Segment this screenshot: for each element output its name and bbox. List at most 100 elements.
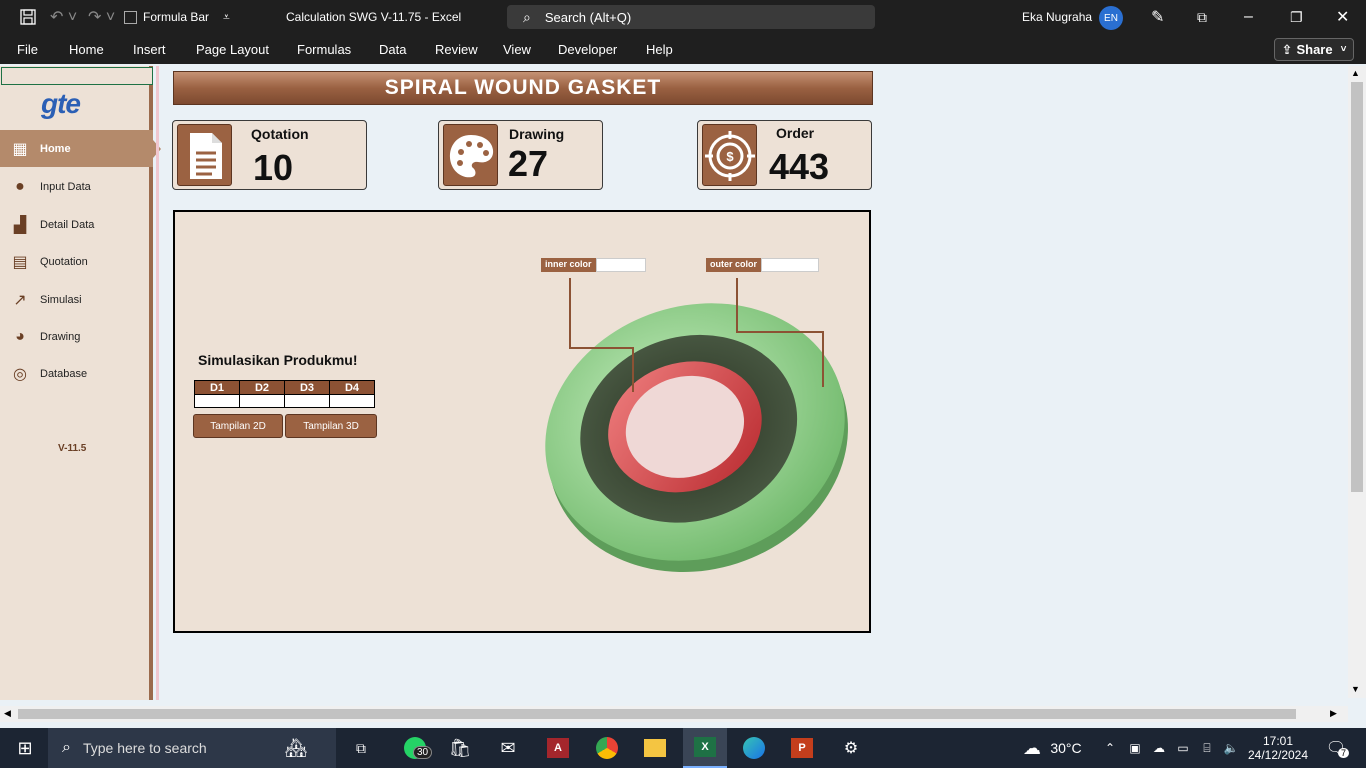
- vertical-scrollbar[interactable]: ▲ ▼: [1348, 66, 1366, 698]
- bar-chart-icon: ▟: [13, 216, 27, 234]
- scroll-thumb[interactable]: [18, 709, 1296, 719]
- ribbon-tabs: File Home Insert Page Layout Formulas Da…: [0, 34, 1366, 64]
- column-d2: D2: [239, 380, 285, 395]
- d2-input[interactable]: [239, 394, 285, 408]
- sidebar-item-input-data[interactable]: ● Input Data: [0, 168, 153, 205]
- sidebar-item-simulasi[interactable]: ↗ Simulasi: [0, 281, 153, 318]
- scroll-down-icon[interactable]: ▼: [1351, 684, 1360, 694]
- search-box[interactable]: ⌕ Search (Alt+Q): [507, 5, 875, 29]
- share-label: Share: [1296, 42, 1333, 57]
- file-explorer-icon[interactable]: [640, 728, 670, 768]
- target-dollar-icon: $: [702, 124, 757, 186]
- sidebar-item-home[interactable]: ▦ Home: [0, 130, 161, 167]
- customize-qat-icon[interactable]: ⩡: [223, 0, 230, 34]
- undo-icon[interactable]: ↶ ˅: [50, 0, 77, 34]
- battery-icon[interactable]: ▭: [1174, 728, 1192, 768]
- weather-icon[interactable]: ☁: [1016, 728, 1048, 768]
- worksheet[interactable]: gte ▦ Home ● Input Data ▟ Detail Data ▤ …: [0, 66, 1348, 706]
- tab-developer[interactable]: Developer: [558, 42, 617, 57]
- tab-view[interactable]: View: [503, 42, 531, 57]
- sidebar-item-quotation[interactable]: ▤ Quotation: [0, 243, 153, 280]
- d3-input[interactable]: [284, 394, 330, 408]
- palette-icon: ◕: [15, 327, 25, 345]
- tab-help[interactable]: Help: [646, 42, 673, 57]
- task-view-icon[interactable]: ⧉: [346, 728, 376, 768]
- drawing-card[interactable]: Drawing 27: [438, 120, 603, 190]
- search-icon: ⌕: [62, 739, 71, 756]
- taskbar-search-placeholder: Type here to search: [82, 740, 207, 756]
- app-icon[interactable]: ⚙: [836, 728, 866, 768]
- order-card[interactable]: $ Order 443: [697, 120, 872, 190]
- view-2d-button[interactable]: Tampilan 2D: [193, 414, 283, 438]
- tab-insert[interactable]: Insert: [133, 42, 166, 57]
- sidebar-item-detail-data[interactable]: ▟ Detail Data: [0, 206, 153, 243]
- inner-color-legend[interactable]: inner color: [541, 258, 646, 272]
- meet-now-icon[interactable]: ▣: [1126, 728, 1144, 768]
- tab-home[interactable]: Home: [69, 42, 104, 57]
- document-title: Calculation SWG V-11.75 - Excel: [286, 10, 462, 24]
- quotation-label: Qotation: [251, 126, 309, 142]
- chevron-up-icon[interactable]: ⌃: [1102, 728, 1118, 768]
- network-icon[interactable]: ⌸: [1198, 728, 1216, 768]
- pen-icon[interactable]: ✎: [1151, 0, 1164, 34]
- divider: [156, 66, 159, 700]
- horizontal-scrollbar[interactable]: ◀ ▶: [0, 706, 1348, 722]
- quotation-card[interactable]: Qotation 10: [172, 120, 367, 190]
- volume-icon[interactable]: 🔈: [1222, 728, 1240, 768]
- tab-formulas[interactable]: Formulas: [297, 42, 351, 57]
- close-icon[interactable]: ✕: [1336, 0, 1349, 34]
- title-bar: ↶ ˅ ↷ ˅ Formula Bar ⩡ Calculation SWG V-…: [0, 0, 1366, 34]
- redo-icon[interactable]: ↷ ˅: [88, 0, 115, 34]
- simulation-panel: Simulasikan Produkmu! D1 D2 D3 D4 Tampil…: [173, 210, 871, 633]
- save-icon[interactable]: [18, 0, 38, 34]
- tab-data[interactable]: Data: [379, 42, 406, 57]
- chrome-icon[interactable]: [592, 728, 622, 768]
- weather-temp[interactable]: 30°C: [1049, 728, 1083, 768]
- selected-cell[interactable]: [1, 67, 153, 85]
- tab-file[interactable]: File: [17, 42, 38, 57]
- share-button[interactable]: ⇪ Share ˅: [1274, 38, 1354, 61]
- access-icon[interactable]: A: [543, 728, 573, 768]
- search-placeholder: Search (Alt+Q): [544, 9, 632, 25]
- chevron-down-icon: ˅: [1340, 44, 1347, 55]
- whatsapp-icon[interactable]: 30: [395, 728, 435, 768]
- outer-color-legend[interactable]: outer color: [706, 258, 820, 272]
- scroll-up-icon[interactable]: ▲: [1351, 68, 1360, 78]
- scroll-left-icon[interactable]: ◀: [4, 708, 11, 719]
- scroll-right-icon[interactable]: ▶: [1330, 708, 1337, 719]
- order-label: Order: [776, 125, 815, 141]
- minimize-icon[interactable]: –: [1244, 0, 1253, 34]
- outer-color-swatch[interactable]: [761, 258, 820, 272]
- store-icon[interactable]: 🛍: [445, 728, 475, 768]
- gasket-rings: [545, 303, 848, 572]
- avatar[interactable]: EN: [1099, 6, 1123, 30]
- sidebar-item-drawing[interactable]: ◕ Drawing: [0, 318, 153, 355]
- windows-start-icon[interactable]: ⊞: [12, 728, 38, 768]
- sidebar-item-database[interactable]: ◎ Database: [0, 355, 153, 392]
- checkbox-icon[interactable]: [124, 10, 137, 24]
- sidebar-item-label: Simulasi: [40, 293, 82, 306]
- mail-icon[interactable]: ✉: [493, 728, 523, 768]
- ribbon-display-icon[interactable]: ⧉: [1197, 0, 1207, 34]
- sidebar-item-label: Drawing: [40, 330, 81, 343]
- restore-icon[interactable]: ❐: [1290, 0, 1303, 34]
- notification-icon[interactable]: 🗨 7: [1322, 728, 1350, 768]
- document-icon: [177, 124, 232, 186]
- clock[interactable]: 17:01 24/12/2024: [1246, 728, 1310, 768]
- onedrive-icon[interactable]: ☁: [1150, 728, 1168, 768]
- formula-bar-toggle[interactable]: Formula Bar: [124, 0, 209, 34]
- excel-icon[interactable]: X: [683, 728, 727, 768]
- inner-color-swatch[interactable]: [595, 258, 646, 272]
- page-title: SPIRAL WOUND GASKET: [173, 71, 873, 105]
- tab-review[interactable]: Review: [435, 42, 478, 57]
- quotation-count: 10: [253, 147, 294, 188]
- d4-input[interactable]: [329, 394, 375, 408]
- d1-input[interactable]: [194, 394, 240, 408]
- powerpoint-icon[interactable]: P: [787, 728, 817, 768]
- edge-icon[interactable]: [739, 728, 769, 768]
- tab-page-layout[interactable]: Page Layout: [196, 42, 269, 57]
- search-icon: ⌕: [523, 8, 531, 25]
- view-3d-button[interactable]: Tampilan 3D: [285, 414, 377, 438]
- scroll-thumb[interactable]: [1351, 82, 1363, 492]
- search-highlight-icon: 🏘: [284, 737, 308, 758]
